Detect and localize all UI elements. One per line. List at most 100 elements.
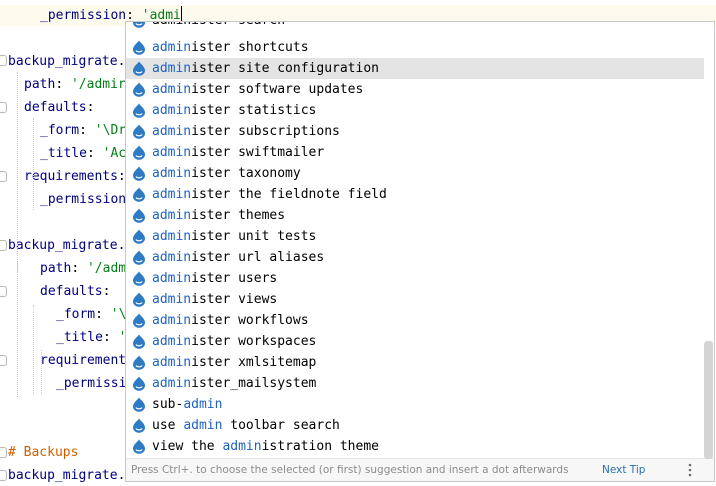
next-tip-link[interactable]: Next Tip — [602, 459, 645, 481]
completion-text: administer url aliases — [152, 247, 324, 268]
completion-rest: ister url aliases — [191, 250, 325, 265]
indent-guide — [33, 118, 34, 210]
completion-text: administer workspaces — [152, 331, 316, 352]
code-line-content: defaults: — [24, 97, 94, 118]
more-options-icon[interactable] — [685, 459, 695, 481]
drupal-drop-icon — [133, 61, 145, 76]
drupal-drop-icon — [133, 355, 145, 370]
completion-match: admin — [152, 145, 192, 160]
completion-text: sub-admin — [152, 394, 222, 415]
completion-item[interactable]: sub-admin — [126, 394, 704, 415]
completion-item[interactable]: administer workspaces — [126, 331, 704, 352]
code-line-content: _title: 'F — [56, 327, 134, 348]
code-line-content: # Backups — [8, 442, 78, 463]
completion-item[interactable]: administer software updates — [126, 79, 704, 100]
fold-marker-icon[interactable] — [0, 447, 7, 458]
completion-match: admin — [152, 82, 192, 97]
completion-match: admin — [152, 61, 192, 76]
yaml-key: _form — [40, 123, 80, 138]
completion-text: administer search — [152, 22, 285, 31]
completion-text: administer subscriptions — [152, 121, 340, 142]
completion-text: administer xmlsitemap — [152, 352, 316, 373]
completion-text: administer views — [152, 289, 277, 310]
completion-item[interactable]: administer swiftmailer — [126, 142, 704, 163]
drupal-drop-icon — [133, 124, 145, 139]
fold-marker-icon[interactable] — [0, 355, 7, 366]
completion-match: admin — [152, 103, 192, 118]
completion-match: admin — [152, 166, 192, 181]
yaml-key: backup_migrate. — [8, 54, 126, 69]
completion-match: admin — [152, 250, 192, 265]
completion-item[interactable]: view the administration theme — [126, 436, 704, 457]
code-line-content: path: '/admi — [40, 258, 134, 279]
code-line-content: path: '/admir — [24, 74, 126, 95]
completion-item[interactable]: administer url aliases — [126, 247, 704, 268]
completion-item[interactable]: administer xmlsitemap — [126, 352, 704, 373]
completion-text: administer_mailsystem — [152, 373, 316, 394]
yaml-key: _permissic — [56, 376, 135, 391]
completion-match: admin — [152, 187, 192, 202]
fold-marker-icon[interactable] — [0, 55, 7, 66]
yaml-key: path — [40, 261, 72, 276]
completion-rest: ister xmlsitemap — [191, 355, 317, 370]
popup-footer: Press Ctrl+. to choose the selected (or … — [126, 458, 714, 481]
autocomplete-popup[interactable]: Press Ctrl+. to choose the selected (or … — [125, 21, 715, 482]
completion-item[interactable]: administer unit tests — [126, 226, 704, 247]
drupal-drop-icon — [133, 40, 145, 55]
yaml-key: defaults — [40, 284, 103, 299]
yaml-key: defaults — [24, 100, 87, 115]
fold-marker-icon[interactable] — [0, 102, 7, 113]
fold-marker-icon[interactable] — [0, 286, 7, 297]
completion-match: admin — [183, 418, 223, 433]
yaml-key: _permission — [40, 192, 127, 207]
yaml-key: requirements — [24, 169, 118, 184]
completion-match: admin — [152, 313, 192, 328]
completion-item[interactable]: administer users — [126, 268, 704, 289]
drupal-drop-icon — [133, 82, 145, 97]
completion-rest: ister swiftmailer — [191, 145, 325, 160]
completion-item[interactable]: administer taxonomy — [126, 163, 704, 184]
completion-rest: ister unit tests — [191, 229, 317, 244]
drupal-drop-icon — [133, 166, 145, 181]
completion-item-partial[interactable]: administer search — [126, 22, 704, 31]
completion-text: administer statistics — [152, 100, 316, 121]
fold-marker-icon[interactable] — [0, 171, 7, 182]
yaml-key: path — [24, 77, 56, 92]
completion-item[interactable]: administer the fieldnote field — [126, 184, 704, 205]
completion-rest: toolbar search — [222, 418, 340, 433]
completion-match: admin — [152, 40, 192, 55]
completion-item[interactable]: administer workflows — [126, 310, 704, 331]
code-line-content: _permissic — [56, 373, 134, 394]
code-line-content: requirements — [40, 350, 134, 371]
completion-match: admin — [152, 271, 192, 286]
yaml-key: requirements — [40, 353, 134, 368]
completion-rest: ister themes — [191, 208, 286, 223]
code-comment: # Backups — [8, 445, 79, 460]
drupal-drop-icon — [133, 292, 145, 307]
code-line-content: _form: '\Dr — [40, 120, 126, 141]
completion-text: administer shortcuts — [152, 37, 309, 58]
code-line-content: backup_migrate. — [8, 51, 125, 72]
completion-prefix: view the — [152, 439, 223, 454]
completion-text: administer unit tests — [152, 226, 316, 247]
completion-text: administer software updates — [152, 79, 363, 100]
code-line-content: defaults: — [40, 281, 110, 302]
drupal-drop-icon — [133, 22, 145, 28]
completion-item[interactable]: administer subscriptions — [126, 121, 704, 142]
completion-item[interactable]: administer themes — [126, 205, 704, 226]
completion-item[interactable]: administer site configuration — [126, 58, 704, 79]
drupal-drop-icon — [133, 229, 145, 244]
fold-marker-icon[interactable] — [0, 240, 7, 251]
completion-item[interactable]: administer_mailsystem — [126, 373, 704, 394]
completion-item[interactable]: use admin toolbar search — [126, 415, 704, 436]
popup-scrollbar[interactable] — [704, 341, 713, 459]
completion-item[interactable]: administer views — [126, 289, 704, 310]
fold-marker-icon[interactable] — [0, 470, 7, 481]
completion-item[interactable]: administer shortcuts — [126, 37, 704, 58]
yaml-key: _title — [56, 330, 103, 345]
completion-item[interactable]: administer statistics — [126, 100, 704, 121]
drupal-drop-icon — [133, 250, 145, 265]
completion-match: admin — [152, 334, 192, 349]
indent-guide — [17, 262, 18, 397]
completion-text: administer taxonomy — [152, 163, 301, 184]
